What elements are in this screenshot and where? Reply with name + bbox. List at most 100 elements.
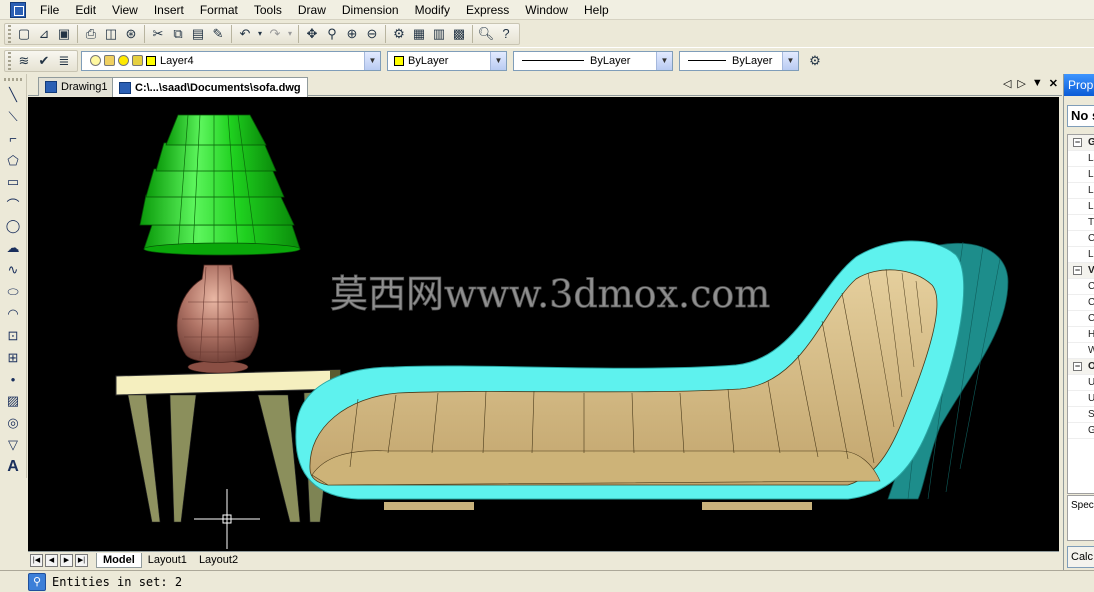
make-block-icon[interactable]: ⊞ bbox=[2, 347, 24, 369]
region-icon[interactable]: ◎ bbox=[2, 412, 24, 434]
menu-modify[interactable]: Modify bbox=[407, 0, 458, 20]
menu-help[interactable]: Help bbox=[576, 0, 617, 20]
menu-edit[interactable]: Edit bbox=[67, 0, 104, 20]
copy-icon[interactable]: ⧉ bbox=[168, 24, 188, 44]
property-category[interactable]: −V bbox=[1068, 263, 1094, 279]
command-line-icon[interactable]: ⚲ bbox=[28, 572, 46, 591]
polygon-icon[interactable]: ⬠ bbox=[2, 150, 24, 172]
zoom-previous-icon[interactable]: ⊖ bbox=[362, 24, 382, 44]
property-row[interactable]: Th bbox=[1068, 215, 1094, 231]
menu-tools[interactable]: Tools bbox=[246, 0, 290, 20]
lineweight-dropdown[interactable]: ByLayer ▼ bbox=[679, 50, 799, 71]
insert-block-icon[interactable]: ⊡ bbox=[2, 325, 24, 347]
chevron-down-icon[interactable]: ▼ bbox=[490, 51, 506, 70]
pan-icon[interactable]: ✥ bbox=[302, 24, 322, 44]
property-row[interactable]: C bbox=[1068, 311, 1094, 327]
layer-dropdown[interactable]: Layer4 ▼ bbox=[81, 50, 381, 71]
property-row[interactable]: La bbox=[1068, 151, 1094, 167]
hatch-icon[interactable]: ▨ bbox=[2, 390, 24, 412]
zoom-realtime-icon[interactable]: ⚲ bbox=[322, 24, 342, 44]
point-icon[interactable]: • bbox=[2, 369, 24, 391]
polyline-icon[interactable]: ⌐ bbox=[2, 128, 24, 150]
undo-icon[interactable]: ↶ bbox=[235, 24, 255, 44]
tab-layout2[interactable]: Layout2 bbox=[193, 553, 244, 568]
layer-make-current-icon[interactable]: ✔ bbox=[34, 51, 54, 71]
property-row[interactable]: S bbox=[1068, 407, 1094, 423]
chevron-right-icon[interactable]: ▷ bbox=[1017, 77, 1025, 90]
ellipse-icon[interactable]: ⬭ bbox=[2, 281, 24, 303]
linetype-dropdown[interactable]: ByLayer ▼ bbox=[513, 50, 673, 71]
property-row[interactable]: C bbox=[1068, 295, 1094, 311]
toolbar-grip[interactable] bbox=[4, 78, 22, 81]
revision-cloud-icon[interactable]: ☁ bbox=[2, 237, 24, 259]
property-row[interactable]: Li bbox=[1068, 247, 1094, 263]
menu-file[interactable]: File bbox=[32, 0, 67, 20]
color-dropdown[interactable]: ByLayer ▼ bbox=[387, 50, 507, 71]
property-row[interactable]: H bbox=[1068, 327, 1094, 343]
properties-title[interactable]: Prop bbox=[1064, 74, 1094, 96]
menu-draw[interactable]: Draw bbox=[290, 0, 334, 20]
toolbar-grip[interactable] bbox=[8, 51, 11, 70]
close-icon[interactable]: ✕ bbox=[1049, 77, 1058, 90]
open-file-icon[interactable]: ⊿ bbox=[34, 24, 54, 44]
model-viewport[interactable]: 莫西网www.3dmox.com bbox=[28, 97, 1059, 551]
chevron-down-icon[interactable]: ▼ bbox=[656, 51, 672, 70]
print-icon[interactable]: ⎙ bbox=[81, 24, 101, 44]
save-icon[interactable]: ▣ bbox=[54, 24, 74, 44]
collapse-icon[interactable]: − bbox=[1073, 362, 1082, 371]
chevron-down-icon[interactable]: ▼ bbox=[782, 51, 798, 70]
menu-express[interactable]: Express bbox=[458, 0, 517, 20]
publish-icon[interactable]: ⊛ bbox=[121, 24, 141, 44]
help-icon[interactable]: ? bbox=[496, 24, 516, 44]
paste-icon[interactable]: ▤ bbox=[188, 24, 208, 44]
drawing-canvas[interactable]: 莫西网www.3dmox.com bbox=[28, 97, 1059, 551]
calculator-button[interactable]: Calc bbox=[1067, 546, 1094, 568]
tab-drawing1[interactable]: Drawing1 bbox=[38, 77, 115, 96]
tool-palettes-icon[interactable]: ▥ bbox=[429, 24, 449, 44]
property-row[interactable]: Li bbox=[1068, 167, 1094, 183]
property-row[interactable]: C bbox=[1068, 231, 1094, 247]
zoom-window-icon[interactable]: ⊕ bbox=[342, 24, 362, 44]
chevron-left-icon[interactable]: ◁ bbox=[1003, 77, 1011, 90]
toolbar-grip[interactable] bbox=[8, 24, 11, 43]
design-center-icon[interactable]: ▦ bbox=[409, 24, 429, 44]
first-layout-icon[interactable]: |◀ bbox=[30, 553, 43, 567]
menu-view[interactable]: View bbox=[104, 0, 146, 20]
menu-insert[interactable]: Insert bbox=[146, 0, 192, 20]
property-row[interactable]: U bbox=[1068, 391, 1094, 407]
last-layout-icon[interactable]: ▶| bbox=[75, 553, 88, 567]
construction-line-icon[interactable]: ⟍ bbox=[2, 106, 24, 128]
properties-icon[interactable]: ⚙ bbox=[389, 24, 409, 44]
layer-previous-icon[interactable]: ≣ bbox=[54, 51, 74, 71]
collapse-icon[interactable]: − bbox=[1073, 266, 1082, 275]
arc-icon[interactable]: ⌒ bbox=[2, 193, 24, 215]
table-icon[interactable]: ▽ bbox=[2, 434, 24, 456]
next-layout-icon[interactable]: ▶ bbox=[60, 553, 73, 567]
chevron-down-icon[interactable]: ▼ bbox=[364, 51, 380, 70]
layer-manager-icon[interactable]: ≋ bbox=[14, 51, 34, 71]
undo-dropdown-icon[interactable]: ▾ bbox=[255, 24, 265, 44]
new-file-icon[interactable]: ▢ bbox=[14, 24, 34, 44]
property-row[interactable]: W bbox=[1068, 343, 1094, 359]
multiline-text-icon[interactable]: A bbox=[2, 456, 24, 478]
plot-style-icon[interactable]: ⚙ bbox=[805, 51, 825, 71]
print-preview-icon[interactable]: ◫ bbox=[101, 24, 121, 44]
property-row[interactable]: G bbox=[1068, 423, 1094, 439]
match-properties-icon[interactable]: ✎ bbox=[208, 24, 228, 44]
tab-layout1[interactable]: Layout1 bbox=[142, 553, 193, 568]
search-icon[interactable]: 🔍︎ bbox=[476, 24, 496, 44]
collapse-icon[interactable]: − bbox=[1073, 138, 1082, 147]
tab-sofa-dwg[interactable]: C:\...\saad\Documents\sofa.dwg bbox=[112, 77, 308, 97]
redo-icon[interactable]: ↷ bbox=[265, 24, 285, 44]
selection-dropdown[interactable]: No s bbox=[1067, 105, 1094, 127]
rectangle-icon[interactable]: ▭ bbox=[2, 172, 24, 194]
property-row[interactable]: U bbox=[1068, 375, 1094, 391]
property-row[interactable]: C bbox=[1068, 279, 1094, 295]
property-row[interactable]: Li bbox=[1068, 183, 1094, 199]
menu-format[interactable]: Format bbox=[192, 0, 246, 20]
menu-dimension[interactable]: Dimension bbox=[334, 0, 407, 20]
line-icon[interactable]: ╲ bbox=[2, 84, 24, 106]
tab-model[interactable]: Model bbox=[96, 552, 142, 568]
property-category[interactable]: −G bbox=[1068, 135, 1094, 151]
menu-window[interactable]: Window bbox=[517, 0, 576, 20]
